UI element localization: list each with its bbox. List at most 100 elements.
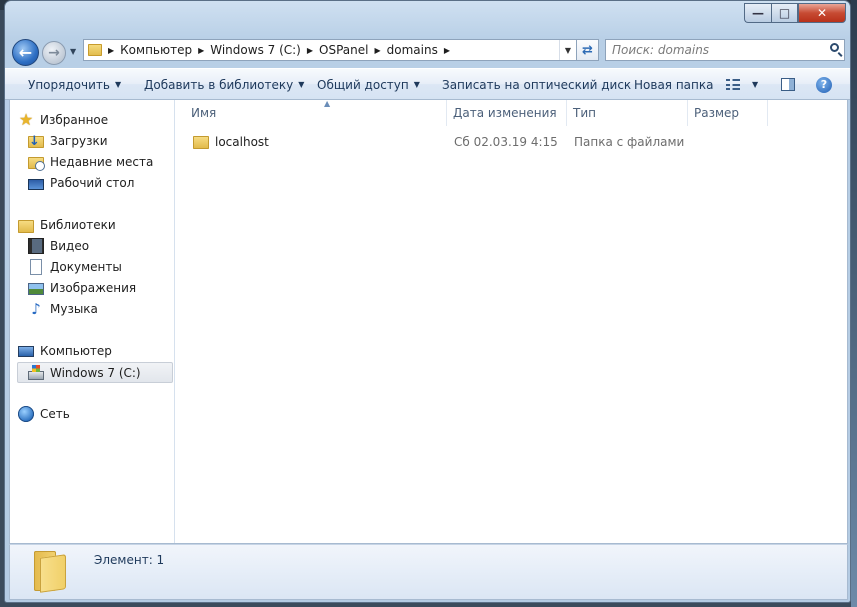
share-label: Общий доступ xyxy=(317,77,409,92)
file-type: Папка с файлами xyxy=(574,135,685,149)
chevron-right-icon[interactable]: ▶ xyxy=(374,46,380,55)
file-list[interactable]: ▲ Имя Дата изменения Тип Размер localhos… xyxy=(175,99,848,543)
nav-item-network[interactable]: Сеть xyxy=(18,404,70,424)
column-header-label: Размер xyxy=(694,106,740,120)
nav-item-label: Недавние места xyxy=(50,155,154,169)
chevron-down-icon: ▼ xyxy=(413,80,420,89)
nav-item-drive-c[interactable]: Windows 7 (C:) xyxy=(17,362,173,383)
views-icon xyxy=(726,79,740,90)
back-arrow-icon[interactable]: ← xyxy=(12,39,39,66)
drive-icon xyxy=(28,365,44,380)
breadcrumb-drive-c[interactable]: Windows 7 (C:) xyxy=(210,43,301,57)
nav-item-video[interactable]: Видео xyxy=(28,236,89,256)
nav-item-favorites[interactable]: ★ Избранное xyxy=(18,110,108,130)
chevron-down-icon: ▼ xyxy=(752,80,759,89)
refresh-icon[interactable]: ⇄ xyxy=(577,39,599,61)
burn-button[interactable]: Записать на оптический диск xyxy=(442,69,631,100)
forward-arrow-icon[interactable]: → xyxy=(42,41,66,65)
column-header-label: Дата изменения xyxy=(453,106,557,120)
details-pane: Элемент: 1 xyxy=(9,544,848,600)
breadcrumb-computer[interactable]: Компьютер xyxy=(120,43,192,57)
nav-item-label: Компьютер xyxy=(40,344,112,358)
burn-label: Записать на оптический диск xyxy=(442,77,632,92)
nav-item-label: Изображения xyxy=(50,281,137,295)
nav-item-downloads[interactable]: Загрузки xyxy=(28,131,108,151)
nav-item-label: Избранное xyxy=(40,113,109,127)
views-button[interactable]: ▼ xyxy=(726,69,758,100)
file-date: Сб 02.03.19 4:15 xyxy=(454,135,558,149)
address-bar[interactable]: ▶ Компьютер ▶ Windows 7 (C:) ▶ OSPanel ▶… xyxy=(83,39,577,61)
nav-item-label: Загрузки xyxy=(50,134,108,148)
nav-item-pictures[interactable]: Изображения xyxy=(28,278,136,298)
breadcrumb-domains[interactable]: domains xyxy=(387,43,438,57)
file-row[interactable]: localhost Сб 02.03.19 4:15 Папка с файла… xyxy=(185,131,705,153)
video-icon xyxy=(28,238,44,254)
share-button[interactable]: Общий доступ ▼ xyxy=(317,69,420,100)
add-to-library-button[interactable]: Добавить в библиотеку ▼ xyxy=(144,69,304,100)
breadcrumb-ospanel[interactable]: OSPanel xyxy=(319,43,368,57)
nav-item-label: Библиотеки xyxy=(40,218,116,232)
column-header-label: Имя xyxy=(191,106,217,120)
nav-item-libraries[interactable]: Библиотеки xyxy=(18,215,116,235)
caption-buttons: — □ ✕ xyxy=(744,3,846,23)
folder-icon xyxy=(32,551,68,593)
preview-pane-button[interactable] xyxy=(781,69,795,100)
background-edge xyxy=(851,0,857,607)
computer-icon xyxy=(18,346,34,357)
search-icon[interactable] xyxy=(830,43,839,52)
chevron-right-icon[interactable]: ▶ xyxy=(108,46,114,55)
nav-item-label: Рабочий стол xyxy=(50,176,135,190)
maximize-button[interactable]: □ xyxy=(771,3,798,23)
libraries-icon xyxy=(18,219,34,233)
nav-item-recent-places[interactable]: Недавние места xyxy=(28,152,153,172)
folder-icon xyxy=(193,135,209,149)
file-name-cell[interactable]: localhost xyxy=(193,131,269,153)
new-folder-button[interactable]: Новая папка xyxy=(634,69,713,100)
recent-places-icon xyxy=(28,157,45,171)
documents-icon xyxy=(30,259,42,275)
address-history-dropdown[interactable]: ▼ xyxy=(559,40,576,60)
nav-item-computer[interactable]: Компьютер xyxy=(18,341,112,361)
navigation-bar: ← → ▼ ▶ Компьютер ▶ Windows 7 (C:) ▶ OSP… xyxy=(5,35,850,66)
new-folder-label: Новая папка xyxy=(634,77,714,92)
column-header-name[interactable]: ▲ Имя xyxy=(185,99,447,126)
nav-item-music[interactable]: ♪ Музыка xyxy=(28,299,98,319)
nav-item-label: Windows 7 (C:) xyxy=(50,365,141,380)
command-bar: Упорядочить ▼ Добавить в библиотеку ▼ Общи… xyxy=(5,68,850,100)
column-header-date[interactable]: Дата изменения xyxy=(447,100,567,126)
organize-button[interactable]: Упорядочить ▼ xyxy=(28,69,121,100)
help-icon: ? xyxy=(816,76,832,93)
star-icon: ★ xyxy=(18,110,34,129)
chevron-down-icon: ▼ xyxy=(298,80,305,89)
music-icon: ♪ xyxy=(31,300,41,318)
item-count: Элемент: 1 xyxy=(94,553,165,567)
column-header-type[interactable]: Тип xyxy=(567,100,688,126)
nav-item-label: Музыка xyxy=(50,302,98,316)
recent-pages-dropdown[interactable]: ▼ xyxy=(70,47,76,56)
preview-pane-icon xyxy=(781,78,795,91)
network-icon xyxy=(18,406,34,422)
nav-item-label: Документы xyxy=(50,260,122,274)
nav-item-desktop[interactable]: Рабочий стол xyxy=(28,173,134,193)
chevron-right-icon[interactable]: ▶ xyxy=(444,46,450,55)
explorer-window: — □ ✕ ← → ▼ ▶ Компьютер ▶ Windows 7 (C:)… xyxy=(4,0,851,603)
minimize-button[interactable]: — xyxy=(744,3,771,23)
search-input[interactable] xyxy=(612,43,812,57)
organize-label: Упорядочить xyxy=(28,77,110,92)
chevron-right-icon[interactable]: ▶ xyxy=(307,46,313,55)
column-header-label: Тип xyxy=(573,106,596,120)
close-button[interactable]: ✕ xyxy=(798,3,846,23)
column-header-size[interactable]: Размер xyxy=(688,100,768,126)
nav-item-label: Видео xyxy=(50,239,90,253)
chevron-down-icon: ▼ xyxy=(114,80,122,89)
sort-ascending-icon: ▲ xyxy=(324,99,331,108)
file-name: localhost xyxy=(215,135,269,149)
search-box[interactable] xyxy=(605,39,845,61)
navigation-pane[interactable]: ★ Избранное Загрузки Недавние места Рабо… xyxy=(10,100,175,543)
help-button[interactable]: ? xyxy=(816,69,832,100)
chevron-right-icon[interactable]: ▶ xyxy=(198,46,204,55)
nav-item-documents[interactable]: Документы xyxy=(28,257,122,277)
content-area: ★ Избранное Загрузки Недавние места Рабо… xyxy=(9,99,848,544)
nav-item-label: Сеть xyxy=(40,407,70,421)
folder-icon xyxy=(88,44,102,56)
